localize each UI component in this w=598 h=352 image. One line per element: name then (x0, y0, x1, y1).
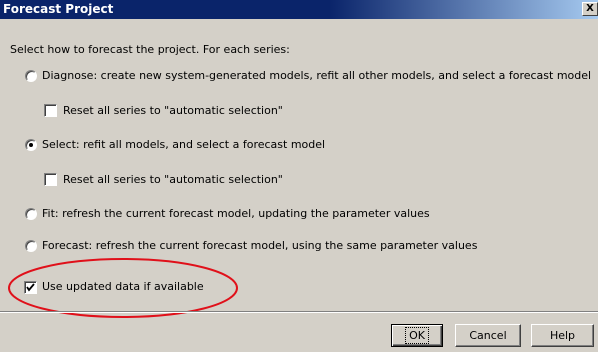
title-bar: Forecast Project X (0, 0, 598, 19)
cancel-button-label: Cancel (469, 329, 507, 342)
button-divider (0, 311, 598, 313)
close-button[interactable]: X (582, 2, 598, 16)
diagnose-label[interactable]: Diagnose: create new system-generated mo… (42, 69, 591, 82)
prompt-text: Select how to forecast the project. For … (10, 43, 290, 56)
cancel-button[interactable]: Cancel (455, 324, 521, 347)
help-button[interactable]: Help (531, 324, 594, 347)
diagnose-reset-label[interactable]: Reset all series to "automatic selection… (63, 104, 283, 117)
ok-button-label: OK (405, 327, 429, 344)
diagnose-reset-checkbox[interactable] (44, 104, 57, 117)
fit-radio[interactable] (25, 208, 37, 220)
close-icon: X (586, 3, 594, 14)
dialog-title: Forecast Project (3, 2, 114, 16)
help-button-label: Help (549, 329, 576, 342)
select-reset-checkbox[interactable] (44, 173, 57, 186)
ok-button[interactable]: OK (391, 324, 443, 347)
select-reset-label[interactable]: Reset all series to "automatic selection… (63, 173, 283, 186)
forecast-label[interactable]: Forecast: refresh the current forecast m… (42, 239, 477, 252)
select-radio[interactable] (25, 139, 37, 151)
select-label[interactable]: Select: refit all models, and select a f… (42, 138, 325, 151)
fit-label[interactable]: Fit: refresh the current forecast model,… (42, 207, 430, 220)
forecast-radio[interactable] (25, 240, 37, 252)
diagnose-radio[interactable] (25, 70, 37, 82)
